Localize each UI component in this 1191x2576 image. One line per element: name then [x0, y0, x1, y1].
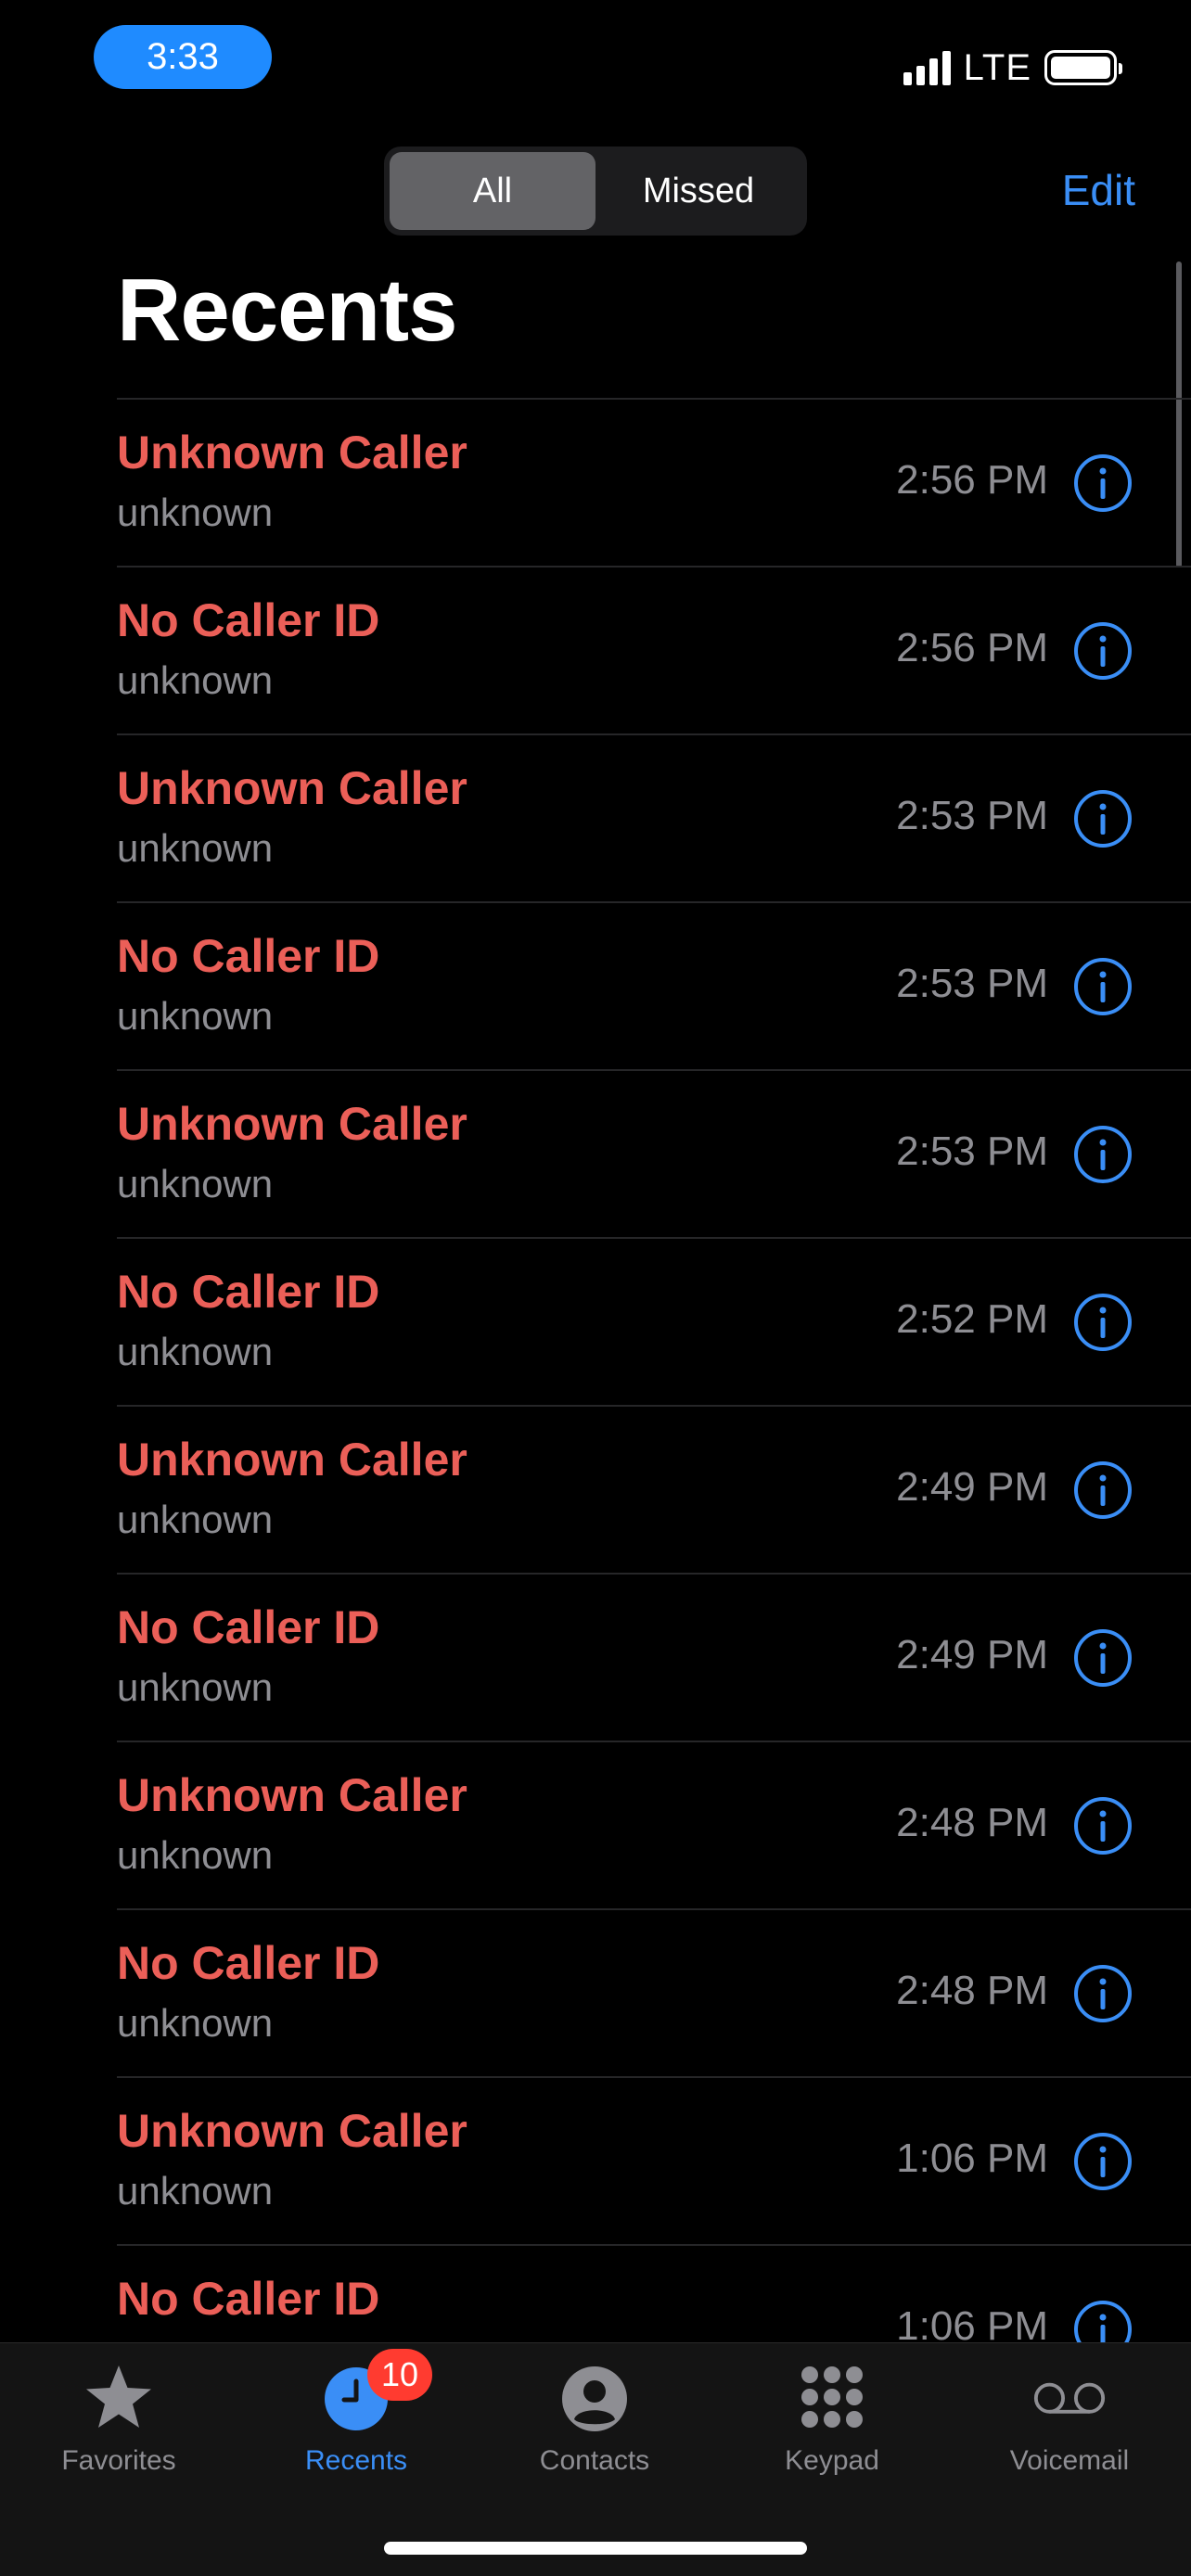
status-time: 3:33	[147, 36, 219, 77]
call-type: unknown	[117, 2001, 274, 2045]
segment-all[interactable]: All	[390, 152, 596, 230]
info-icon[interactable]	[1073, 1796, 1133, 1855]
caller-name: No Caller ID	[117, 1937, 380, 1989]
tab-label: Contacts	[539, 2445, 650, 2476]
tab-label: Keypad	[785, 2445, 879, 2476]
call-time: 2:53 PM	[896, 961, 1048, 1006]
status-time-pill[interactable]: 3:33	[94, 25, 272, 89]
call-time: 2:52 PM	[896, 1296, 1048, 1342]
call-type: unknown	[117, 1665, 274, 1709]
call-type: unknown	[117, 491, 274, 534]
page-title: Recents	[117, 261, 457, 360]
caller-name: Unknown Caller	[117, 1098, 467, 1150]
call-time: 1:06 PM	[896, 2136, 1048, 2181]
call-time: 2:56 PM	[896, 625, 1048, 670]
cellular-signal-icon	[903, 50, 951, 85]
call-type: unknown	[117, 826, 274, 870]
call-type: unknown	[117, 1833, 274, 1877]
network-type: LTE	[963, 46, 1031, 88]
call-type: unknown	[117, 994, 274, 1038]
caller-name: No Caller ID	[117, 1601, 380, 1653]
call-row[interactable]: No Caller ID unknown 2:56 PM	[0, 566, 1191, 733]
tab-label: Voicemail	[1009, 2445, 1130, 2476]
voicemail-icon	[1032, 2362, 1107, 2436]
call-row[interactable]: No Caller ID unknown 2:53 PM	[0, 901, 1191, 1069]
caller-name: No Caller ID	[117, 1266, 380, 1318]
caller-name: No Caller ID	[117, 930, 380, 982]
info-icon[interactable]	[1073, 1628, 1133, 1688]
caller-name: Unknown Caller	[117, 427, 467, 478]
star-icon	[82, 2362, 156, 2436]
tab-recents[interactable]: 10 Recents	[237, 2343, 475, 2492]
call-time: 2:53 PM	[896, 793, 1048, 838]
clock-icon: 10	[319, 2349, 432, 2436]
tab-label: Favorites	[61, 2445, 176, 2476]
call-row[interactable]: Unknown Caller unknown 2:56 PM	[0, 398, 1191, 566]
status-indicators: LTE	[903, 45, 1122, 91]
keypad-icon	[795, 2362, 869, 2436]
missed-calls-badge: 10	[367, 2349, 432, 2401]
info-icon[interactable]	[1073, 1125, 1133, 1184]
call-row[interactable]: Unknown Caller unknown 2:49 PM	[0, 1405, 1191, 1573]
info-icon[interactable]	[1073, 621, 1133, 681]
caller-name: No Caller ID	[117, 594, 380, 646]
call-type: unknown	[117, 1330, 274, 1373]
call-type: unknown	[117, 1498, 274, 1541]
call-time: 2:48 PM	[896, 1800, 1048, 1845]
tab-favorites[interactable]: Favorites	[0, 2343, 237, 2492]
call-type: unknown	[117, 2169, 274, 2213]
call-type: unknown	[117, 658, 274, 702]
caller-name: Unknown Caller	[117, 1434, 467, 1486]
call-row[interactable]: Unknown Caller unknown 2:53 PM	[0, 733, 1191, 901]
info-icon[interactable]	[1073, 2132, 1133, 2191]
call-filter-segmented-control: All Missed	[384, 147, 807, 236]
info-icon[interactable]	[1073, 1293, 1133, 1352]
call-row[interactable]: No Caller ID unknown 2:49 PM	[0, 1573, 1191, 1741]
person-icon	[557, 2362, 632, 2436]
info-icon[interactable]	[1073, 1964, 1133, 2023]
info-icon[interactable]	[1073, 453, 1133, 513]
call-time: 2:56 PM	[896, 457, 1048, 503]
caller-name: Unknown Caller	[117, 762, 467, 814]
recents-list: Unknown Caller unknown 2:56 PM No Caller…	[0, 398, 1191, 2412]
call-row[interactable]: Unknown Caller unknown 1:06 PM	[0, 2076, 1191, 2244]
tab-voicemail[interactable]: Voicemail	[951, 2343, 1188, 2492]
tab-keypad[interactable]: Keypad	[713, 2343, 951, 2492]
call-time: 2:49 PM	[896, 1632, 1048, 1677]
phone-app: 3:33 LTE All Missed Edit Recents Unknown…	[0, 0, 1191, 2576]
call-time: 2:53 PM	[896, 1129, 1048, 1174]
battery-icon	[1044, 50, 1122, 85]
caller-name: No Caller ID	[117, 2273, 380, 2325]
call-row[interactable]: No Caller ID unknown 2:48 PM	[0, 1908, 1191, 2076]
call-row[interactable]: Unknown Caller unknown 2:48 PM	[0, 1741, 1191, 1908]
home-indicator[interactable]	[384, 2542, 807, 2555]
tab-label: Recents	[304, 2445, 408, 2476]
tab-contacts[interactable]: Contacts	[476, 2343, 713, 2492]
info-icon[interactable]	[1073, 957, 1133, 1016]
caller-name: Unknown Caller	[117, 2105, 467, 2157]
call-row[interactable]: Unknown Caller unknown 2:53 PM	[0, 1069, 1191, 1237]
call-time: 2:49 PM	[896, 1464, 1048, 1510]
edit-button[interactable]: Edit	[1062, 165, 1135, 215]
call-row[interactable]: No Caller ID unknown 2:52 PM	[0, 1237, 1191, 1405]
segment-missed[interactable]: Missed	[596, 152, 801, 230]
call-time: 2:48 PM	[896, 1968, 1048, 2013]
caller-name: Unknown Caller	[117, 1769, 467, 1821]
call-type: unknown	[117, 1162, 274, 1205]
info-icon[interactable]	[1073, 1460, 1133, 1520]
info-icon[interactable]	[1073, 789, 1133, 848]
